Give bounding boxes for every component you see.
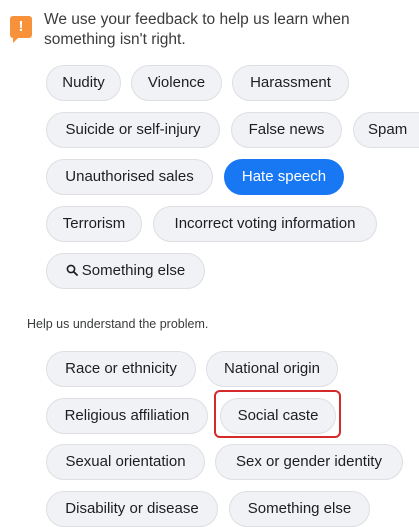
category-chip-spam[interactable]: Spam xyxy=(353,112,419,148)
category-chip-nudity[interactable]: Nudity xyxy=(46,65,121,101)
category-chip-violence[interactable]: Violence xyxy=(131,65,222,101)
category-chip-terrorism[interactable]: Terrorism xyxy=(46,206,142,242)
category-chip-something-else-label: Something else xyxy=(81,262,186,279)
category-chip-false-news[interactable]: False news xyxy=(231,112,342,148)
problem-heading: Help us understand the problem. xyxy=(27,317,209,331)
exclamation-icon: ! xyxy=(10,16,32,43)
category-chip-harassment[interactable]: Harassment xyxy=(232,65,349,101)
problem-chip-something-else[interactable]: Something else xyxy=(229,491,370,527)
problem-chip-religious-affiliation[interactable]: Religious affiliation xyxy=(46,398,208,434)
problem-chip-disability-or-disease[interactable]: Disability or disease xyxy=(46,491,218,527)
category-chip-unauthorised-sales[interactable]: Unauthorised sales xyxy=(46,159,213,195)
category-chip-something-else[interactable]: Something else xyxy=(46,253,205,289)
category-chip-incorrect-voting-information[interactable]: Incorrect voting information xyxy=(153,206,377,242)
problem-chip-sex-or-gender-identity[interactable]: Sex or gender identity xyxy=(215,444,403,480)
category-chip-suicide-or-self-injury[interactable]: Suicide or self-injury xyxy=(46,112,220,148)
problem-chip-sexual-orientation[interactable]: Sexual orientation xyxy=(46,444,205,480)
feedback-notice-text: We use your feedback to help us learn wh… xyxy=(44,11,350,48)
problem-chip-race-or-ethnicity[interactable]: Race or ethnicity xyxy=(46,351,196,387)
problem-chip-social-caste[interactable]: Social caste xyxy=(220,398,336,434)
search-icon xyxy=(66,264,78,276)
feedback-notice: ! We use your feedback to help us learn … xyxy=(10,8,410,48)
category-chip-hate-speech[interactable]: Hate speech xyxy=(224,159,344,195)
problem-chip-national-origin[interactable]: National origin xyxy=(206,351,338,387)
